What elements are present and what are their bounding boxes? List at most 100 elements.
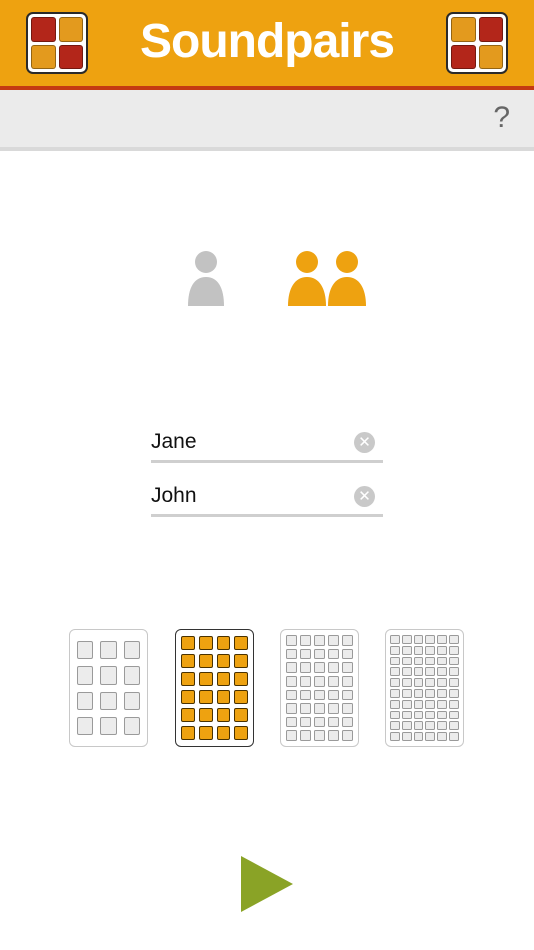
grid-cell	[342, 648, 353, 660]
grid-cell	[413, 699, 424, 709]
grid-cell	[449, 678, 459, 687]
grid-cell	[314, 635, 325, 646]
grid-cell	[401, 721, 412, 731]
grid-cell	[342, 635, 353, 646]
grid-cell	[77, 666, 94, 685]
grid-cell	[123, 641, 140, 660]
grid-cell	[286, 730, 297, 741]
play-button[interactable]	[240, 855, 294, 913]
app-header: Soundpairs	[0, 0, 534, 90]
grid-cell	[286, 675, 297, 687]
grid-cell	[234, 726, 248, 740]
player2-name-field: ✕	[151, 480, 383, 517]
player2-name-input[interactable]	[151, 480, 346, 512]
play-icon	[241, 856, 293, 912]
grid-cell	[123, 666, 140, 685]
grid-cell	[390, 710, 400, 720]
player1-name-field: ✕	[151, 426, 383, 463]
grid-cell	[390, 645, 400, 655]
grid-cell	[437, 699, 448, 709]
grid-cell	[425, 732, 436, 741]
grid-cell	[449, 721, 459, 731]
grid-cell	[437, 721, 448, 731]
grid-cell	[449, 667, 459, 677]
grid-cell	[342, 689, 353, 701]
grid-cell	[216, 726, 231, 740]
two-players-option[interactable]	[286, 250, 370, 308]
grid-cell	[390, 678, 400, 687]
grid-cell	[425, 645, 436, 655]
grid-cell	[286, 662, 297, 673]
grid-cell	[425, 678, 436, 687]
grid-cell	[100, 666, 117, 685]
grid-cell	[437, 678, 448, 687]
grid-cell	[390, 635, 400, 644]
grid-cell	[123, 691, 140, 710]
grid-cell	[401, 689, 412, 698]
grid-cell	[449, 689, 459, 698]
grid-cell	[234, 654, 248, 668]
grid-cell	[181, 726, 195, 740]
grid-cell	[300, 703, 311, 714]
grid-option-5x8[interactable]	[280, 629, 359, 747]
grid-cell	[77, 641, 94, 660]
grid-cell	[314, 716, 325, 728]
grid-cell	[449, 732, 459, 741]
grid-cell	[234, 672, 248, 686]
grid-cell	[390, 656, 400, 666]
grid-cell	[314, 662, 325, 673]
grid-cell	[390, 721, 400, 731]
grid-option-4x6[interactable]	[175, 629, 254, 747]
grid-cell	[425, 667, 436, 677]
grid-cell	[300, 648, 311, 660]
grid-cell	[300, 730, 311, 741]
grid-cell	[401, 635, 412, 644]
grid-cell	[234, 708, 248, 722]
grid-cell	[449, 635, 459, 644]
player1-name-input[interactable]	[151, 426, 346, 458]
grid-option-6x10[interactable]	[385, 629, 464, 747]
grid-cell	[425, 721, 436, 731]
grid-cell	[181, 672, 195, 686]
grid-cell	[328, 689, 339, 701]
grid-cell	[328, 635, 339, 646]
grid-cell	[342, 716, 353, 728]
grid-cell	[328, 730, 339, 741]
grid-cell	[314, 648, 325, 660]
grid-cell	[413, 656, 424, 666]
grid-cell	[437, 667, 448, 677]
grid-cell	[342, 675, 353, 687]
grid-cell	[342, 662, 353, 673]
help-button[interactable]: ?	[493, 100, 510, 136]
grid-cell	[314, 730, 325, 741]
grid-cell	[198, 708, 213, 722]
grid-cell	[100, 716, 117, 735]
grid-cell	[181, 654, 195, 668]
grid-cell	[390, 732, 400, 741]
single-player-option[interactable]	[184, 250, 228, 308]
grid-cell	[425, 699, 436, 709]
single-player-icon	[188, 251, 224, 306]
grid-cell	[437, 689, 448, 698]
grid-cell	[342, 730, 353, 741]
grid-cell	[286, 716, 297, 728]
grid-cell	[413, 710, 424, 720]
clear-icon[interactable]: ✕	[354, 432, 375, 453]
grid-cell	[328, 662, 339, 673]
grid-cell	[181, 690, 195, 704]
grid-cell	[449, 699, 459, 709]
grid-option-3x4[interactable]	[69, 629, 148, 747]
grid-cell	[437, 635, 448, 644]
grid-cell	[390, 667, 400, 677]
grid-cell	[342, 703, 353, 714]
grid-cell	[425, 635, 436, 644]
grid-cell	[401, 667, 412, 677]
grid-cell	[401, 678, 412, 687]
grid-cell	[123, 716, 140, 735]
grid-cell	[413, 635, 424, 644]
grid-cell	[300, 716, 311, 728]
tiles-logo-icon[interactable]	[446, 12, 508, 74]
clear-icon[interactable]: ✕	[354, 486, 375, 507]
grid-cell	[286, 648, 297, 660]
grid-cell	[286, 689, 297, 701]
